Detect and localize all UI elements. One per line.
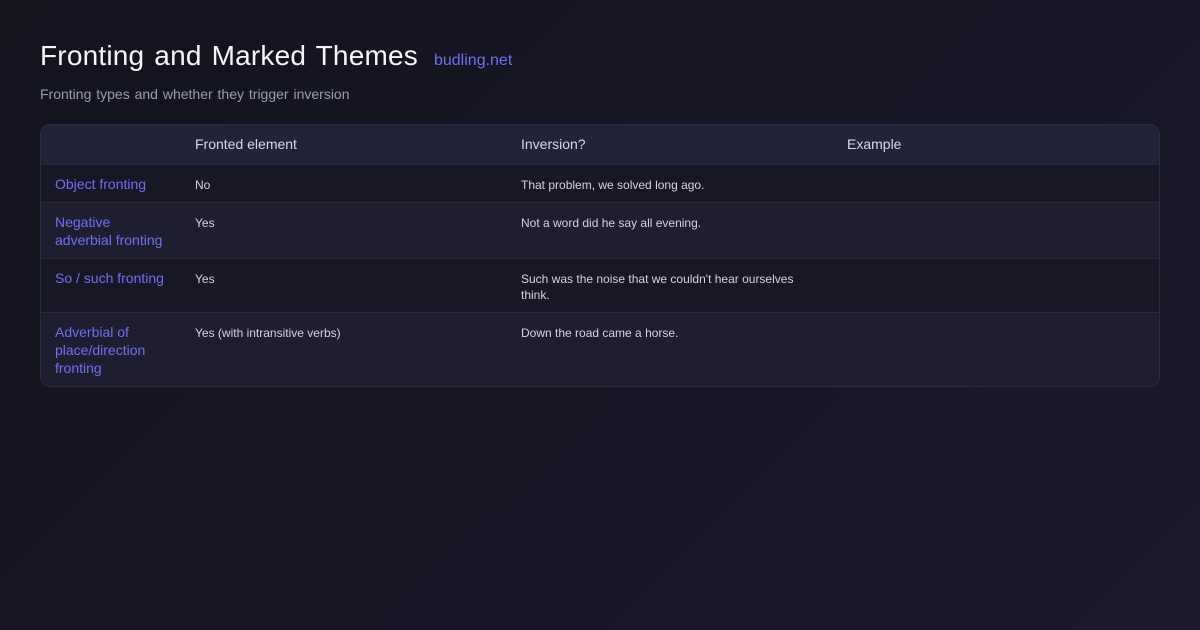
cell-inversion: Down the road came a horse. [521,325,679,340]
cell-example [833,258,1159,312]
table-row: Negative adverbial fronting Yes Not a wo… [41,202,1159,258]
cell-example [833,202,1159,258]
cell-fronted-element: Yes [195,271,215,286]
column-header-blank [41,125,181,164]
table-row: Adverbial of place/direction fronting Ye… [41,312,1159,386]
site-link[interactable]: budling.net [434,52,512,70]
cell-fronted-element: Yes [195,215,215,230]
title-row: Fronting and Marked Themes budling.net [40,40,1160,72]
row-label: Negative adverbial fronting [55,213,163,248]
row-label: Adverbial of place/direction fronting [55,323,146,376]
row-label: Object fronting [55,175,147,192]
fronting-table: Fronted element Inversion? Example Objec… [40,124,1160,387]
cell-fronted-element: Yes (with intransitive verbs) [195,325,341,340]
cell-inversion: Such was the noise that we couldn't hear… [521,271,794,302]
page-title: Fronting and Marked Themes [40,40,418,71]
cell-example [833,164,1159,202]
cell-fronted-element: No [195,177,211,192]
column-header-inversion: Inversion? [521,136,586,153]
table-header-row: Fronted element Inversion? Example [41,125,1159,164]
cell-inversion: Not a word did he say all evening. [521,215,702,230]
table-row: So / such fronting Yes Such was the nois… [41,258,1159,312]
cell-example [833,312,1159,386]
page-subtitle: Fronting types and whether they trigger … [40,86,350,102]
table-row: Object fronting No That problem, we solv… [41,164,1159,202]
row-label: So / such fronting [55,269,164,286]
page-header: Fronting and Marked Themes budling.net F… [40,40,1160,102]
column-header-example: Example [847,136,902,153]
column-header-fronted-element: Fronted element [195,136,297,153]
cell-inversion: That problem, we solved long ago. [521,177,705,192]
